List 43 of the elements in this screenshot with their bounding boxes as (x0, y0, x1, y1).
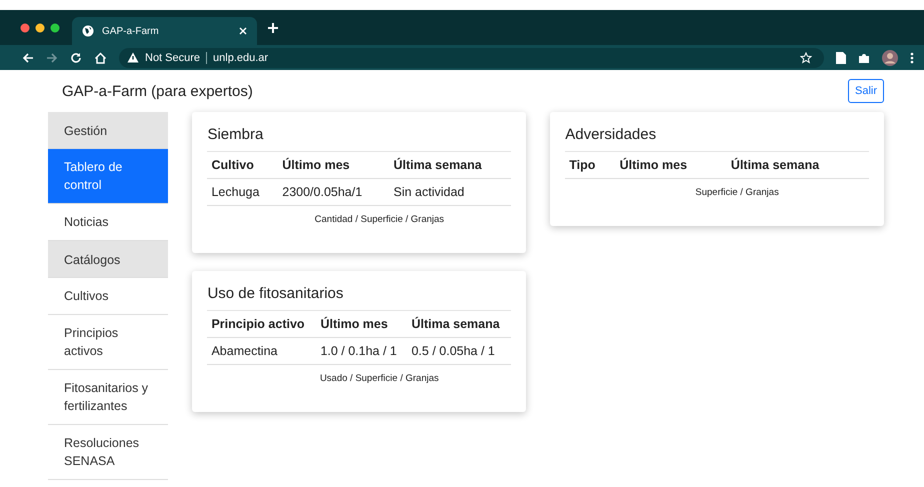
table-caption: Cantidad / Superficie / Granjas (314, 214, 446, 225)
address-bar[interactable]: Not Secure unlp.edu.ar (119, 48, 824, 68)
column-header: Última semana (389, 152, 512, 178)
sidebar-item[interactable]: Tablero de control (48, 149, 168, 204)
back-arrow-icon[interactable] (22, 52, 34, 64)
close-icon[interactable] (239, 27, 247, 35)
tab-title: GAP-a-Farm (102, 26, 160, 36)
new-tab-icon[interactable] (267, 22, 279, 34)
browser-tab[interactable]: GAP-a-Farm (72, 17, 257, 45)
column-header: Tipo (565, 152, 616, 178)
table-cell: Sin actividad (389, 178, 512, 206)
star-icon[interactable] (800, 52, 812, 64)
sidebar-section-header: Gestión (48, 112, 168, 149)
column-header: Cultivo (207, 152, 278, 178)
forward-arrow-icon[interactable] (46, 52, 58, 64)
menu-icon[interactable] (910, 52, 914, 64)
table-cell: 2300/0.05ha/1 (278, 178, 390, 206)
window-controls-icon[interactable] (20, 22, 62, 32)
column-header: Último mes (316, 310, 408, 338)
column-header: Última semana (726, 152, 869, 178)
column-header: Principio activo (207, 310, 316, 338)
sidebar-section-header: Catálogos (48, 241, 168, 278)
reload-icon[interactable] (70, 52, 82, 64)
page-title: GAP-a-Farm (para expertos) (62, 82, 253, 100)
table-cell: 1.0 / 0.1ha / 1 (316, 338, 408, 364)
table-caption: Superficie / Granjas (694, 187, 780, 198)
table-cell: Lechuga (207, 178, 278, 206)
card-title: Uso de fitosanitarios (207, 285, 344, 302)
avatar-icon[interactable] (882, 50, 898, 66)
warning-icon (127, 52, 139, 63)
security-label: Not Secure (145, 52, 200, 64)
table-cell: 0.5 / 0.05ha / 1 (407, 338, 512, 364)
document-icon[interactable] (836, 52, 846, 64)
home-icon[interactable] (94, 52, 107, 64)
card-title: Adversidades (565, 126, 658, 143)
column-header: Última semana (407, 310, 512, 338)
card-title: Siembra (207, 126, 264, 143)
column-header: Último mes (616, 152, 727, 178)
logout-button[interactable]: Salir (848, 79, 884, 103)
url-text: unlp.edu.ar (213, 52, 270, 64)
table-cell: Abamectina (207, 338, 316, 364)
table-caption: Usado / Superficie / Granjas (318, 373, 440, 384)
column-header: Último mes (278, 152, 390, 178)
